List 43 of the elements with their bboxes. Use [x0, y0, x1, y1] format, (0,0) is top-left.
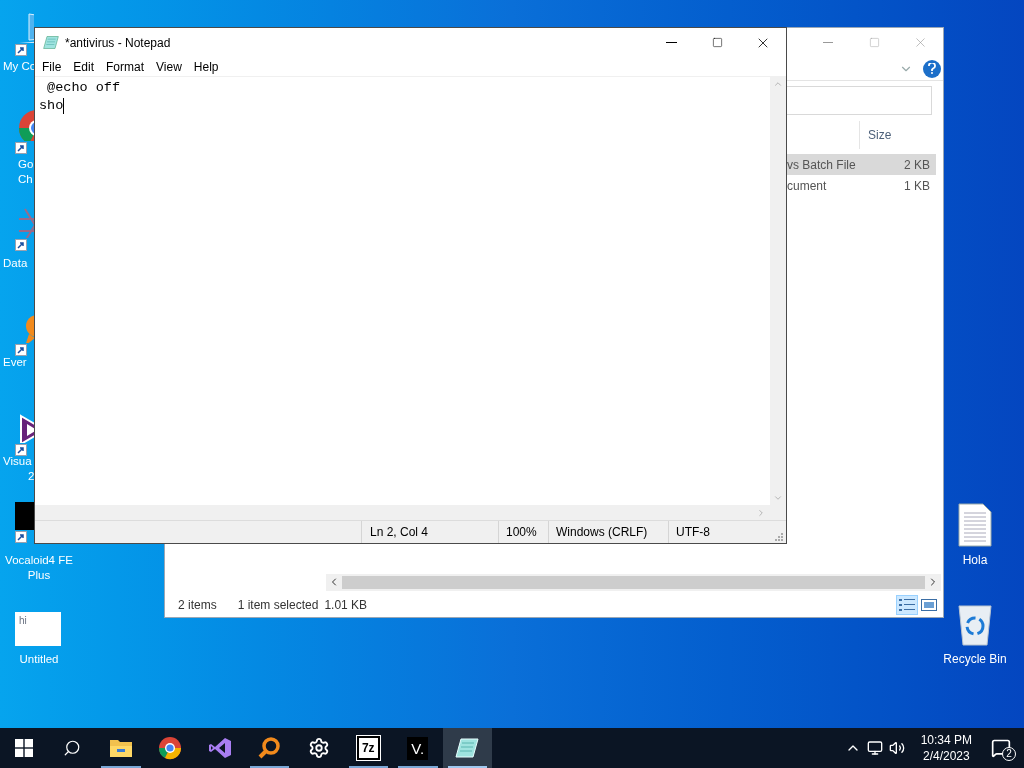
taskbar-app-button[interactable]: 7z	[343, 728, 393, 768]
desktop-icon-label: Data	[3, 256, 28, 271]
desktop-icon-label: Plus	[27, 568, 51, 583]
selection-size-text: 1.01 KB	[324, 597, 368, 614]
cursor-position-text: Ln 2, Col 4	[361, 521, 498, 543]
line-endings-text: Windows (CRLF)	[548, 521, 668, 543]
notifications-button[interactable]: 2	[978, 728, 1024, 768]
zoom-level-text: 100%	[498, 521, 548, 543]
desktop-icon-label: Visua	[3, 454, 32, 469]
encoding-text: UTF-8	[668, 521, 773, 543]
seven-zip-icon: 7z	[356, 736, 380, 760]
desktop-icon-label: Hola	[962, 552, 988, 569]
menu-item[interactable]: Format	[100, 57, 151, 76]
desktop-icon-label: Recycle Bin	[943, 651, 1007, 668]
desktop-icon-label: Vocaloid4 FE	[5, 553, 73, 568]
item-count-text: 2 items	[178, 597, 217, 614]
taskbar-app-button[interactable]: V.	[393, 728, 443, 768]
desktop-icon-label: Ch	[17, 172, 33, 187]
menu-item[interactable]: Help	[187, 57, 225, 76]
menu-item[interactable]: File	[36, 57, 68, 76]
type-cell-text: vs Batch File	[787, 156, 857, 174]
menu-item[interactable]: View	[150, 57, 188, 76]
window-title: *antivirus - Notepad	[65, 34, 171, 52]
desktop-icon-label: Ever	[3, 355, 27, 370]
size-cell-text: 2 KB	[903, 156, 931, 174]
column-header[interactable]: Size	[859, 121, 939, 149]
text-editor[interactable]: @echo off sho	[35, 77, 770, 505]
size-cell-text: 1 KB	[903, 177, 931, 195]
notification-count-badge: 2	[1002, 747, 1016, 761]
v-app-icon: V.	[407, 736, 429, 760]
desktop-icon-label: Go	[17, 157, 34, 172]
type-cell-text: cument	[787, 177, 828, 195]
clock[interactable]: 10:34 PM 2/4/2023	[914, 732, 978, 764]
selection-text: 1 item selected	[237, 597, 319, 614]
file-row[interactable]: cument 1 KB	[787, 175, 936, 196]
file-row[interactable]: vs Batch File 2 KB	[787, 154, 936, 175]
preview-text: hi	[19, 616, 27, 626]
desktop-icon-label: Untitled	[19, 652, 59, 667]
menu-item[interactable]: Edit	[67, 57, 101, 76]
desktop-icon-label: 2	[27, 469, 35, 484]
thumbnail-icon[interactable]: hi	[15, 612, 61, 646]
text-line: sho	[39, 97, 64, 115]
text-line: @echo off	[46, 79, 120, 97]
